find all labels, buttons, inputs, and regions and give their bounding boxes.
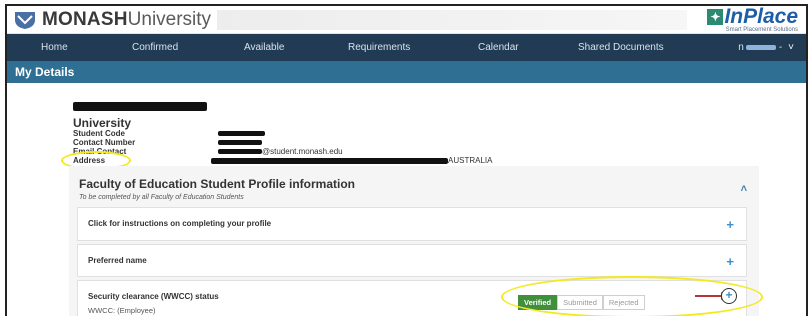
contact-number-label: Contact Number	[73, 138, 136, 147]
page-title: My Details	[15, 65, 75, 79]
app-window: MONASH University ✦ InPlace Smart Placeme…	[5, 4, 808, 316]
inplace-tagline: Smart Placement Solutions	[725, 27, 798, 33]
preferred-name-panel[interactable]: Preferred name +	[77, 244, 747, 277]
nav-available[interactable]: Available	[244, 42, 284, 53]
plus-icon[interactable]: +	[726, 217, 734, 232]
user-name-prefix: n	[738, 42, 744, 53]
plus-icon[interactable]: +	[726, 254, 734, 269]
nav-shared-documents[interactable]: Shared Documents	[578, 42, 664, 53]
nav-requirements[interactable]: Requirements	[348, 42, 410, 53]
redacted-email-user	[218, 149, 262, 154]
brand-sub-text: University	[127, 9, 212, 30]
user-name-suffix: -	[778, 42, 783, 53]
header-fade	[217, 10, 687, 30]
inplace-logo: ✦ InPlace Smart Placement Solutions	[707, 5, 798, 34]
redacted-address	[211, 158, 448, 164]
redacted-contact-number	[218, 140, 262, 145]
redacted-student-code	[218, 131, 265, 136]
profile-section-title: Faculty of Education Student Profile inf…	[79, 177, 356, 191]
collapse-chevron-up-icon[interactable]: ˄	[741, 183, 747, 195]
instructions-panel[interactable]: Click for instructions on completing you…	[77, 207, 747, 241]
page-title-bar: My Details	[7, 61, 806, 83]
wwcc-type-text: WWCC: (Employee)	[88, 306, 156, 315]
email-domain: @student.monash.edu	[262, 147, 343, 156]
monash-logo[interactable]: MONASH University	[13, 9, 211, 31]
monash-shield-icon	[15, 12, 35, 29]
instructions-panel-label: Click for instructions on completing you…	[88, 219, 272, 228]
main-nav: Home Confirmed Available Requirements Ca…	[7, 34, 806, 61]
user-menu[interactable]: n - ˅	[738, 42, 794, 53]
chevron-down-icon: ˅	[788, 42, 794, 53]
nav-confirmed[interactable]: Confirmed	[132, 42, 178, 53]
redacted-student-name	[73, 102, 207, 111]
student-code-label: Student Code	[73, 129, 125, 138]
nav-home[interactable]: Home	[41, 42, 68, 53]
inplace-logo-text: InPlace	[724, 5, 798, 28]
expand-plus-icon[interactable]: +	[721, 288, 737, 304]
address-country: AUSTRALIA	[448, 156, 493, 165]
redacted-username	[745, 45, 776, 50]
profile-section-subtitle: To be completed by all Faculty of Educat…	[79, 194, 244, 201]
top-header: MONASH University ✦ InPlace Smart Placeme…	[7, 6, 806, 34]
security-clearance-label: Security clearance (WWCC) status	[88, 292, 219, 301]
nav-calendar[interactable]: Calendar	[478, 42, 519, 53]
preferred-name-label: Preferred name	[88, 256, 147, 265]
university-heading: University	[73, 116, 132, 130]
inplace-mark-icon: ✦	[707, 9, 724, 25]
brand-main-text: MONASH	[42, 9, 128, 30]
